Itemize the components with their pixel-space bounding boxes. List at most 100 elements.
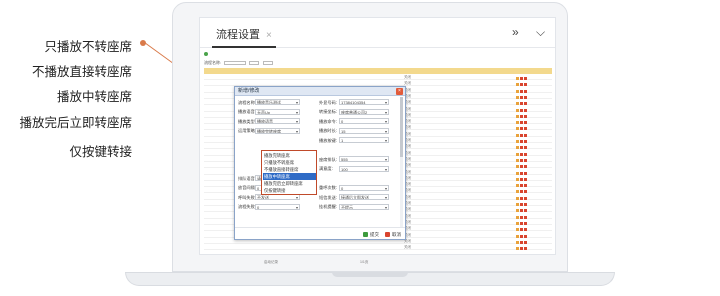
delete-icon[interactable]: [520, 228, 523, 232]
row-actions[interactable]: [516, 89, 550, 93]
copy-icon[interactable]: [524, 140, 527, 143]
dropdown-option[interactable]: 只播放不转座席: [263, 159, 316, 166]
delete-icon[interactable]: [520, 203, 523, 206]
edit-icon[interactable]: [516, 184, 519, 188]
double-chevron-right-icon[interactable]: »: [512, 25, 519, 39]
edit-icon[interactable]: [516, 152, 519, 156]
row-actions[interactable]: [516, 108, 550, 112]
row-actions[interactable]: [516, 152, 550, 156]
tab-close-icon[interactable]: ×: [266, 30, 272, 41]
field-input[interactable]: 无声Up ▾: [255, 108, 300, 115]
copy-icon[interactable]: [524, 209, 527, 213]
row-actions[interactable]: [516, 227, 550, 232]
row-actions[interactable]: [516, 177, 550, 181]
copy-icon[interactable]: [524, 203, 527, 206]
copy-icon[interactable]: [524, 146, 527, 150]
table-row[interactable]: 关闭: [204, 75, 552, 80]
edit-icon[interactable]: [516, 177, 519, 181]
row-actions[interactable]: [516, 139, 550, 143]
field-input[interactable]: 555 ▾: [339, 156, 389, 162]
copy-icon[interactable]: [524, 83, 527, 87]
copy-icon[interactable]: [524, 114, 527, 118]
dialog-scrollbar[interactable]: [400, 97, 403, 227]
delete-icon[interactable]: [520, 114, 523, 118]
filter-input[interactable]: [224, 60, 247, 65]
copy-icon[interactable]: [524, 108, 527, 112]
delete-icon[interactable]: [520, 152, 523, 156]
copy-icon[interactable]: [524, 190, 527, 194]
delete-icon[interactable]: [520, 146, 523, 150]
field-input[interactable]: 1 ▾: [339, 137, 389, 143]
field-input[interactable]: 播放语音 ▾: [255, 118, 300, 124]
copy-icon[interactable]: [524, 221, 527, 225]
delete-icon[interactable]: [520, 108, 523, 112]
row-actions[interactable]: [516, 164, 550, 169]
edit-icon[interactable]: [516, 171, 519, 175]
delete-icon[interactable]: [520, 184, 523, 188]
edit-icon[interactable]: [516, 102, 519, 106]
delete-icon[interactable]: [520, 177, 523, 181]
copy-icon[interactable]: [524, 121, 527, 125]
delete-icon[interactable]: [520, 190, 523, 194]
edit-icon[interactable]: [516, 228, 519, 232]
edit-icon[interactable]: [516, 247, 519, 251]
scrollbar-thumb[interactable]: [400, 97, 403, 157]
copy-icon[interactable]: [524, 152, 527, 156]
edit-icon[interactable]: [516, 89, 519, 93]
copy-icon[interactable]: [524, 171, 527, 175]
field-input[interactable]: 15 ▾: [339, 127, 389, 134]
delete-icon[interactable]: [520, 102, 523, 106]
copy-icon[interactable]: [524, 77, 527, 80]
reset-button[interactable]: [262, 60, 273, 65]
edit-icon[interactable]: [516, 121, 519, 125]
delete-icon[interactable]: [520, 196, 523, 200]
row-actions[interactable]: [516, 76, 550, 80]
edit-icon[interactable]: [516, 127, 519, 131]
add-radio[interactable]: [204, 52, 208, 56]
delete-icon[interactable]: [520, 83, 523, 87]
copy-icon[interactable]: [524, 102, 527, 106]
delete-icon[interactable]: [520, 215, 523, 219]
field-input[interactable]: 0▾: [339, 118, 389, 124]
copy-icon[interactable]: [524, 177, 527, 181]
dropdown-option[interactable]: 不播放直接转座席: [263, 166, 316, 173]
edit-icon[interactable]: [516, 203, 519, 206]
copy-icon[interactable]: [524, 158, 527, 162]
row-actions[interactable]: [516, 114, 550, 118]
copy-icon[interactable]: [524, 247, 527, 251]
field-input[interactable]: 接通后立即发送 ▾: [339, 194, 389, 200]
copy-icon[interactable]: [524, 165, 527, 169]
dropdown-option[interactable]: 播放中转座席: [263, 173, 316, 180]
field-input[interactable]: 座席普通公司2 ▾: [339, 108, 389, 115]
edit-icon[interactable]: [516, 133, 519, 137]
delete-icon[interactable]: [520, 77, 523, 80]
submit-button[interactable]: 提交: [363, 231, 379, 238]
field-input[interactable]: 17384104354 ▾: [339, 99, 389, 105]
chevron-down-icon[interactable]: ⌵: [536, 25, 545, 40]
copy-icon[interactable]: [524, 196, 527, 200]
field-input[interactable]: 播放音乐测试 ▾: [255, 99, 300, 105]
edit-icon[interactable]: [516, 190, 519, 194]
delete-icon[interactable]: [520, 240, 523, 244]
edit-icon[interactable]: [516, 221, 519, 225]
row-actions[interactable]: [516, 171, 550, 175]
field-input[interactable]: 0▾: [339, 184, 389, 191]
row-actions[interactable]: [516, 189, 550, 194]
table-row[interactable]: 关闭: [204, 245, 552, 251]
delete-icon[interactable]: [520, 89, 523, 93]
delete-icon[interactable]: [520, 121, 523, 125]
row-actions[interactable]: [516, 208, 550, 213]
copy-icon[interactable]: [524, 234, 527, 238]
delete-icon[interactable]: [520, 95, 523, 99]
edit-icon[interactable]: [516, 108, 519, 112]
tab-flow-settings[interactable]: 流程设置 ×: [212, 26, 276, 48]
row-actions[interactable]: [516, 120, 550, 125]
field-input[interactable]: 不提示 ▾: [339, 203, 389, 210]
row-actions[interactable]: [516, 215, 550, 219]
row-actions[interactable]: [516, 221, 550, 225]
delete-icon[interactable]: [520, 221, 523, 225]
field-input[interactable]: 100 ▾: [339, 165, 389, 172]
delete-icon[interactable]: [520, 247, 523, 251]
row-actions[interactable]: [516, 82, 550, 87]
edit-icon[interactable]: [516, 234, 519, 238]
